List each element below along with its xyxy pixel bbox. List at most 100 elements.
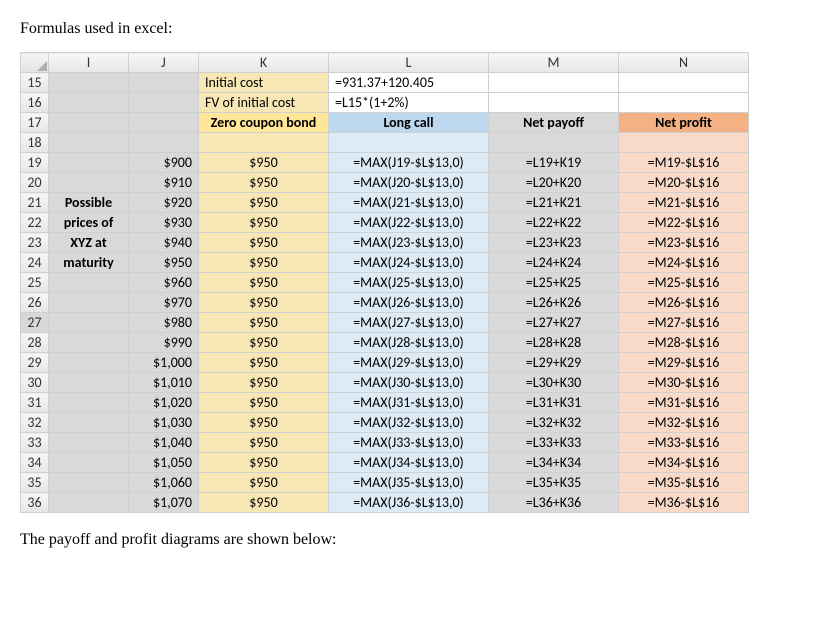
cell-N16[interactable]: [619, 93, 749, 113]
row-header-34[interactable]: 34: [21, 453, 49, 473]
cell-N33[interactable]: =M33-$L$16: [619, 433, 749, 453]
col-header-L[interactable]: L: [329, 53, 489, 73]
side-label-21[interactable]: Possible: [49, 193, 129, 213]
cell-K27[interactable]: $950: [199, 313, 329, 333]
side-label-34[interactable]: [49, 453, 129, 473]
cell-K29[interactable]: $950: [199, 353, 329, 373]
cell-L27[interactable]: =MAX(J27-$L$13,0): [329, 313, 489, 333]
cell-K22[interactable]: $950: [199, 213, 329, 233]
row-header-15[interactable]: 15: [21, 73, 49, 93]
cell-M35[interactable]: =L35+K35: [489, 473, 619, 493]
cell-J18[interactable]: [129, 133, 199, 153]
side-label-27[interactable]: [49, 313, 129, 333]
side-label-35[interactable]: [49, 473, 129, 493]
cell-L31[interactable]: =MAX(J31-$L$13,0): [329, 393, 489, 413]
cell-N25[interactable]: =M25-$L$16: [619, 273, 749, 293]
cell-N24[interactable]: =M24-$L$16: [619, 253, 749, 273]
row-header-36[interactable]: 36: [21, 493, 49, 513]
cell-J29[interactable]: $1,000: [129, 353, 199, 373]
side-label-29[interactable]: [49, 353, 129, 373]
row-header-32[interactable]: 32: [21, 413, 49, 433]
cell-J30[interactable]: $1,010: [129, 373, 199, 393]
cell-K21[interactable]: $950: [199, 193, 329, 213]
cell-K24[interactable]: $950: [199, 253, 329, 273]
cell-M30[interactable]: =L30+K30: [489, 373, 619, 393]
cell-L22[interactable]: =MAX(J22-$L$13,0): [329, 213, 489, 233]
cell-L32[interactable]: =MAX(J32-$L$13,0): [329, 413, 489, 433]
cell-M32[interactable]: =L32+K32: [489, 413, 619, 433]
cell-K28[interactable]: $950: [199, 333, 329, 353]
cell-M36[interactable]: =L36+K36: [489, 493, 619, 513]
cell-L21[interactable]: =MAX(J21-$L$13,0): [329, 193, 489, 213]
side-label-36[interactable]: [49, 493, 129, 513]
cell-J31[interactable]: $1,020: [129, 393, 199, 413]
cell-I15[interactable]: [49, 73, 129, 93]
cell-L18[interactable]: [329, 133, 489, 153]
cell-M21[interactable]: =L21+K21: [489, 193, 619, 213]
cell-K19[interactable]: $950: [199, 153, 329, 173]
row-header-22[interactable]: 22: [21, 213, 49, 233]
cell-J32[interactable]: $1,030: [129, 413, 199, 433]
cell-L30[interactable]: =MAX(J30-$L$13,0): [329, 373, 489, 393]
cell-M31[interactable]: =L31+K31: [489, 393, 619, 413]
cell-N23[interactable]: =M23-$L$16: [619, 233, 749, 253]
cell-M25[interactable]: =L25+K25: [489, 273, 619, 293]
header-net-profit[interactable]: Net profit: [619, 113, 749, 133]
side-label-24[interactable]: maturity: [49, 253, 129, 273]
cell-N34[interactable]: =M34-$L$16: [619, 453, 749, 473]
cell-J28[interactable]: $990: [129, 333, 199, 353]
cell-J25[interactable]: $960: [129, 273, 199, 293]
row-header-28[interactable]: 28: [21, 333, 49, 353]
cell-N27[interactable]: =M27-$L$16: [619, 313, 749, 333]
cell-J16[interactable]: [129, 93, 199, 113]
header-long-call[interactable]: Long call: [329, 113, 489, 133]
side-label-31[interactable]: [49, 393, 129, 413]
cell-N29[interactable]: =M29-$L$16: [619, 353, 749, 373]
side-label-25[interactable]: [49, 273, 129, 293]
col-header-I[interactable]: I: [49, 53, 129, 73]
cell-M34[interactable]: =L34+K34: [489, 453, 619, 473]
side-label-22[interactable]: prices of: [49, 213, 129, 233]
cell-N26[interactable]: =M26-$L$16: [619, 293, 749, 313]
cell-M24[interactable]: =L24+K24: [489, 253, 619, 273]
cell-K30[interactable]: $950: [199, 373, 329, 393]
cell-J33[interactable]: $1,040: [129, 433, 199, 453]
cell-L15[interactable]: =931.37+120.405: [329, 73, 489, 93]
cell-J22[interactable]: $930: [129, 213, 199, 233]
row-header-31[interactable]: 31: [21, 393, 49, 413]
side-label-28[interactable]: [49, 333, 129, 353]
cell-J36[interactable]: $1,070: [129, 493, 199, 513]
cell-J19[interactable]: $900: [129, 153, 199, 173]
cell-J17[interactable]: [129, 113, 199, 133]
cell-K23[interactable]: $950: [199, 233, 329, 253]
row-header-16[interactable]: 16: [21, 93, 49, 113]
col-header-N[interactable]: N: [619, 53, 749, 73]
cell-J15[interactable]: [129, 73, 199, 93]
side-label-23[interactable]: XYZ at: [49, 233, 129, 253]
row-header-24[interactable]: 24: [21, 253, 49, 273]
cell-J20[interactable]: $910: [129, 173, 199, 193]
cell-M20[interactable]: =L20+K20: [489, 173, 619, 193]
col-header-M[interactable]: M: [489, 53, 619, 73]
cell-K34[interactable]: $950: [199, 453, 329, 473]
row-header-17[interactable]: 17: [21, 113, 49, 133]
cell-I16[interactable]: [49, 93, 129, 113]
row-header-26[interactable]: 26: [21, 293, 49, 313]
cell-J23[interactable]: $940: [129, 233, 199, 253]
cell-N19[interactable]: =M19-$L$16: [619, 153, 749, 173]
cell-M26[interactable]: =L26+K26: [489, 293, 619, 313]
cell-M33[interactable]: =L33+K33: [489, 433, 619, 453]
cell-N28[interactable]: =M28-$L$16: [619, 333, 749, 353]
cell-K16[interactable]: FV of initial cost: [199, 93, 329, 113]
cell-N18[interactable]: [619, 133, 749, 153]
cell-K25[interactable]: $950: [199, 273, 329, 293]
header-zero-coupon-bond[interactable]: Zero coupon bond: [199, 113, 329, 133]
cell-K36[interactable]: $950: [199, 493, 329, 513]
cell-M28[interactable]: =L28+K28: [489, 333, 619, 353]
row-header-29[interactable]: 29: [21, 353, 49, 373]
cell-M23[interactable]: =L23+K23: [489, 233, 619, 253]
cell-M16[interactable]: [489, 93, 619, 113]
cell-I18[interactable]: [49, 133, 129, 153]
cell-N22[interactable]: =M22-$L$16: [619, 213, 749, 233]
cell-N36[interactable]: =M36-$L$16: [619, 493, 749, 513]
